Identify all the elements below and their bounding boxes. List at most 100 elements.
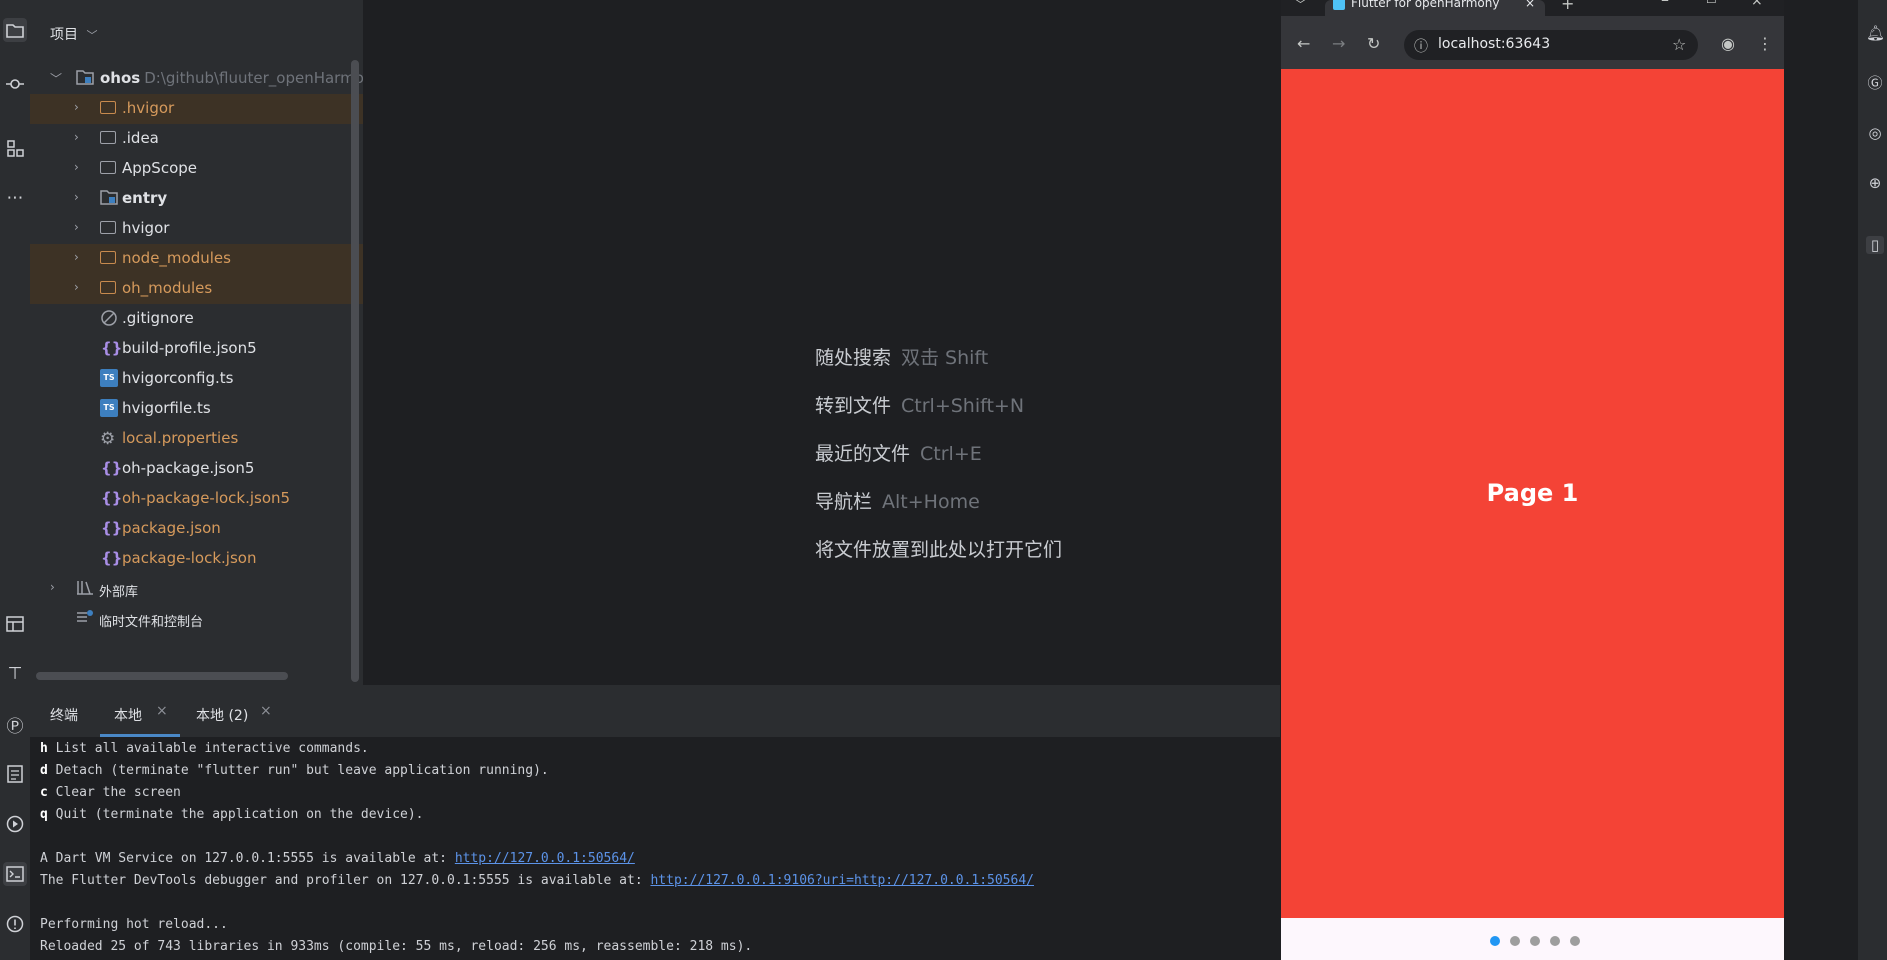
tree-item-hvigorconfig[interactable]: TS hvigorconfig.ts: [30, 364, 363, 394]
tree-item-oh-package-lock[interactable]: {} oh-package-lock.json5: [30, 484, 363, 514]
close-icon[interactable]: ×: [1525, 0, 1535, 10]
tree-item-label: 外部库: [99, 585, 139, 600]
tree-item-label: oh_modules: [122, 279, 213, 297]
address-bar[interactable]: ⓘ localhost:63643 ☆: [1404, 30, 1698, 60]
device-manager-icon[interactable]: ⊕: [1866, 174, 1884, 192]
project-horizontal-scrollbar[interactable]: [36, 672, 288, 680]
tree-item-build-profile[interactable]: {} build-profile.json5: [30, 334, 363, 364]
tab-local[interactable]: 本地: [114, 705, 142, 725]
tab-local-2[interactable]: 本地 (2): [196, 705, 248, 725]
project-panel-header[interactable]: 项目 ﹀: [50, 24, 97, 44]
tree-item-local-properties[interactable]: ⚙ local.properties: [30, 424, 363, 454]
line-text: Clear the screen: [47, 785, 181, 800]
tree-item-appscope[interactable]: › AppScope: [30, 154, 363, 184]
gradle-icon[interactable]: Ⓖ: [1866, 74, 1884, 92]
command-key: c: [40, 785, 48, 800]
folder-icon: [100, 249, 118, 267]
tree-item-external-libs[interactable]: › 外部库: [30, 574, 363, 604]
problems-icon[interactable]: [3, 912, 27, 936]
tree-item-package-json[interactable]: {} package.json: [30, 514, 363, 544]
structure-icon[interactable]: [3, 136, 27, 160]
notifications-icon[interactable]: 🔔︎: [1866, 24, 1885, 42]
tree-item-oh-modules[interactable]: › oh_modules: [30, 274, 363, 304]
device-icon[interactable]: ▯: [1866, 236, 1884, 254]
typescript-file-icon: TS: [100, 369, 118, 387]
hint-action: 转到文件: [815, 395, 892, 417]
tree-item-hvigorfile[interactable]: TS hvigorfile.ts: [30, 394, 363, 424]
forward-icon[interactable]: →: [1332, 34, 1345, 53]
layout-icon[interactable]: [3, 612, 27, 636]
run-icon[interactable]: [3, 812, 27, 836]
chevron-right-icon[interactable]: ›: [50, 580, 55, 594]
tree-item-label: oh-package-lock.json5: [122, 489, 291, 507]
close-icon[interactable]: ×: [156, 703, 168, 719]
browser-tab[interactable]: Flutter for openHarmony ×: [1325, 0, 1545, 16]
page-dot[interactable]: [1550, 936, 1560, 946]
devtools-link[interactable]: http://127.0.0.1:9106?uri=http://127.0.0…: [650, 873, 1034, 888]
reload-icon[interactable]: ↻: [1367, 34, 1380, 53]
command-key: h: [40, 741, 48, 756]
build-icon[interactable]: ⊤: [3, 662, 27, 686]
tree-root-ohos[interactable]: ﹀ ohos D:\github\fluuter_openHarmony\: [30, 64, 387, 94]
star-icon[interactable]: ☆: [1672, 35, 1686, 54]
maximize-icon[interactable]: ☐: [1706, 0, 1717, 6]
tree-item-package-lock[interactable]: {} package-lock.json: [30, 544, 363, 574]
chevron-right-icon[interactable]: ›: [74, 190, 79, 204]
page-dot[interactable]: [1510, 936, 1520, 946]
tree-item-node-modules[interactable]: › node_modules: [30, 244, 363, 274]
chevron-right-icon[interactable]: ›: [74, 130, 79, 144]
hint-key: Ctrl+E: [920, 443, 982, 465]
chevron-right-icon[interactable]: ›: [74, 100, 79, 114]
window-close-icon[interactable]: ×: [1751, 0, 1763, 9]
folder-icon: [100, 129, 118, 147]
project-panel-title: 项目: [50, 27, 78, 43]
page-dot[interactable]: [1530, 936, 1540, 946]
hint-search-everywhere: 随处搜索 双击 Shift: [815, 343, 988, 370]
log-icon[interactable]: [3, 762, 27, 786]
terminal-icon[interactable]: [3, 862, 27, 886]
command-key: d: [40, 763, 48, 778]
page-dot[interactable]: [1570, 936, 1580, 946]
tab-search-icon[interactable]: ﹀: [1295, 0, 1306, 12]
tree-item-idea[interactable]: › .idea: [30, 124, 363, 154]
project-vertical-scrollbar[interactable]: [351, 60, 359, 682]
chevron-right-icon[interactable]: ›: [74, 160, 79, 174]
chevron-right-icon[interactable]: ›: [74, 280, 79, 294]
tree-item-label: oh-package.json5: [122, 459, 255, 477]
chevron-down-icon[interactable]: ﹀: [50, 70, 62, 87]
project-folder-icon[interactable]: [3, 18, 27, 42]
json-file-icon: {}: [101, 339, 123, 357]
tree-item-scratches[interactable]: 临时文件和控制台: [30, 604, 363, 634]
commit-icon[interactable]: [3, 72, 27, 96]
close-icon[interactable]: ×: [260, 703, 272, 719]
minimize-icon[interactable]: –: [1661, 0, 1669, 9]
hint-key: Ctrl+Shift+N: [901, 395, 1025, 417]
hint-recent-files: 最近的文件 Ctrl+E: [815, 439, 982, 466]
page-dot[interactable]: [1490, 936, 1500, 946]
database-icon[interactable]: ◎: [1866, 124, 1884, 142]
menu-icon[interactable]: ⋮: [1757, 34, 1773, 53]
terminal-output[interactable]: h List all available interactive command…: [30, 737, 1280, 960]
tree-item-gitignore[interactable]: .gitignore: [30, 304, 363, 334]
project-panel: 项目 ﹀ ﹀ ohos D:\github\fluuter_openHarmony…: [30, 0, 387, 685]
line-text: The Flutter DevTools debugger and profil…: [40, 873, 651, 888]
tree-item-entry[interactable]: › entry: [30, 184, 363, 214]
site-info-icon[interactable]: ⓘ: [1414, 36, 1428, 56]
tree-item-oh-package[interactable]: {} oh-package.json5: [30, 454, 363, 484]
chevron-down-icon[interactable]: ﹀: [86, 29, 97, 42]
back-icon[interactable]: ←: [1297, 34, 1310, 53]
tree-item-label: hvigorconfig.ts: [122, 369, 234, 387]
activity-bar: ⋯ ⊤ Ⓟ: [0, 0, 30, 960]
folder-icon: [100, 99, 118, 117]
flutter-page[interactable]: Page 1: [1281, 69, 1784, 918]
vm-service-link[interactable]: http://127.0.0.1:50564/: [455, 851, 635, 866]
new-tab-icon[interactable]: +: [1561, 0, 1574, 13]
hint-action: 将文件放置到此处以打开它们: [815, 539, 1063, 561]
more-icon[interactable]: ⋯: [3, 186, 27, 210]
chevron-right-icon[interactable]: ›: [74, 220, 79, 234]
chevron-right-icon[interactable]: ›: [74, 250, 79, 264]
tree-item-hvigor-hidden[interactable]: › .hvigor: [30, 94, 363, 124]
tree-item-hvigor[interactable]: › hvigor: [30, 214, 363, 244]
profiler-icon[interactable]: Ⓟ: [3, 712, 27, 737]
profile-icon[interactable]: ◉: [1721, 34, 1735, 53]
